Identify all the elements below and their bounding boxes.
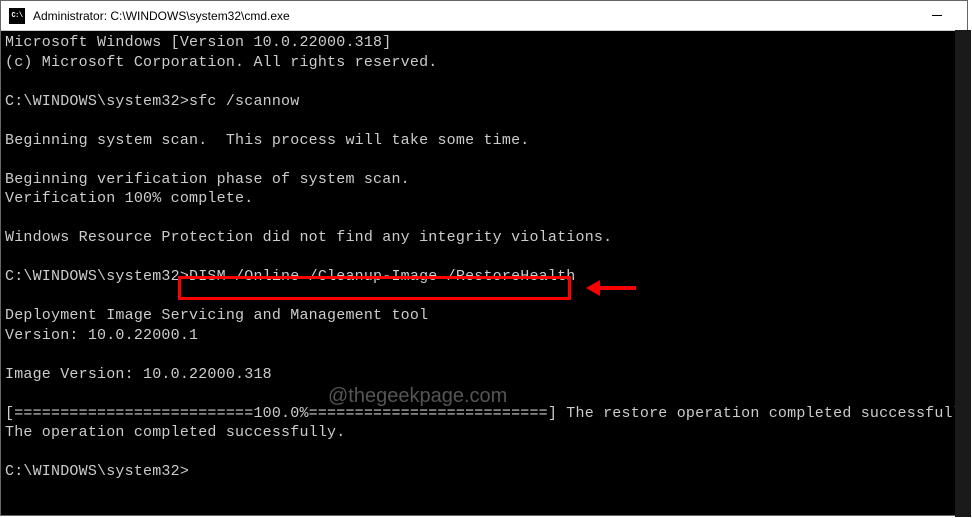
cmd-icon-label: C:\ [11,12,22,20]
window-title: Administrator: C:\WINDOWS\system32\cmd.e… [33,9,914,23]
output-line: (c) Microsoft Corporation. All rights re… [5,54,437,71]
cmd-window: C:\ Administrator: C:\WINDOWS\system32\c… [0,0,968,516]
cmd-icon: C:\ [9,8,25,24]
arrow-line-icon [600,286,636,290]
output-line: Verification 100% complete. [5,190,253,207]
output-line: Microsoft Windows [Version 10.0.22000.31… [5,34,391,51]
command-input: DISM /Online /Cleanup-Image /RestoreHeal… [189,268,575,285]
minimize-button[interactable] [914,1,959,31]
command-input: sfc /scannow [189,93,299,110]
titlebar[interactable]: C:\ Administrator: C:\WINDOWS\system32\c… [1,1,967,31]
output-line: [==========================100.0%=======… [5,405,972,422]
output-line: Beginning verification phase of system s… [5,171,410,188]
prompt-path: C:\WINDOWS\system32> [5,93,189,110]
annotation-arrow-icon [586,280,636,296]
output-line: Image Version: 10.0.22000.318 [5,366,272,383]
window-controls [914,1,959,31]
prompt-path: C:\WINDOWS\system32> [5,463,189,480]
output-line: Version: 10.0.22000.1 [5,327,198,344]
scrollbar[interactable] [955,30,971,517]
output-line: The operation completed successfully. [5,424,345,441]
output-line: Deployment Image Servicing and Managemen… [5,307,428,324]
output-line: Beginning system scan. This process will… [5,132,529,149]
terminal-output[interactable]: Microsoft Windows [Version 10.0.22000.31… [1,31,967,515]
arrow-head-icon [586,280,600,296]
prompt-path: C:\WINDOWS\system32> [5,268,189,285]
output-line: Windows Resource Protection did not find… [5,229,612,246]
